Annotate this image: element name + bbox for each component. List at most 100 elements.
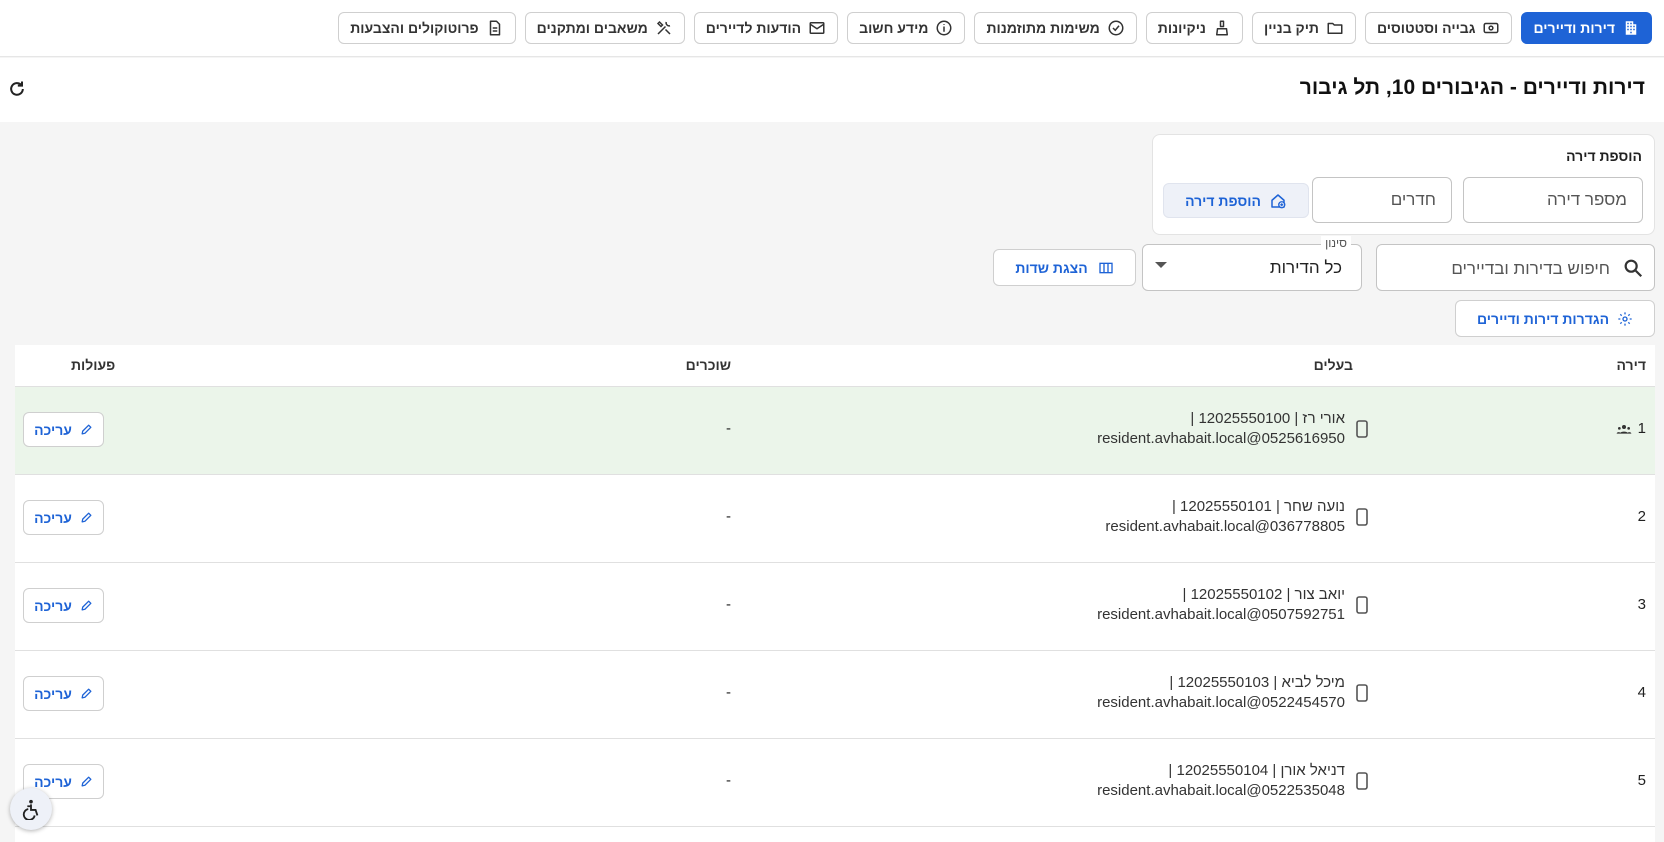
rooms-field[interactable] [1312, 177, 1452, 223]
apartment-number: 3 [1637, 596, 1646, 613]
table-row[interactable]: 3 יואב צור | 12025550102 | resident.avha… [15, 563, 1655, 651]
apartment-cell: 1 [1616, 420, 1646, 437]
nav-scheduled-tasks[interactable]: משימות מתוזמנות [974, 12, 1137, 44]
pencil-icon [81, 600, 92, 611]
add-apartment-button-label: הוספת דירה [1185, 192, 1261, 209]
tenants-cell: - [726, 596, 731, 613]
document-icon [489, 20, 500, 36]
owner-cell: דניאל אורן | 12025550104 | resident.avha… [1097, 761, 1368, 801]
apartment-cell: 3 [1638, 596, 1646, 613]
pencil-icon [81, 688, 92, 699]
settings-button[interactable]: הגדרות דירות ודיירים [1455, 300, 1655, 337]
edit-button[interactable]: עריכה [23, 588, 104, 623]
header-owners: בעלים [1313, 357, 1353, 373]
table-row[interactable]: 5 דניאל אורן | 12025550104 | resident.av… [15, 739, 1655, 827]
edit-label: עריכה [34, 509, 72, 526]
nav-label: ניקיונות [1157, 20, 1206, 36]
tenants-cell: - [726, 508, 731, 525]
settings-label: הגדרות דירות ודיירים [1476, 310, 1610, 327]
edit-label: עריכה [34, 685, 72, 702]
owner-email: resident.avhabait.local@036778805 [1105, 518, 1345, 535]
gear-icon [1618, 311, 1632, 326]
nav-label: תיק בניין [1263, 20, 1319, 36]
owner-email: resident.avhabait.local@0522535048 [1097, 782, 1345, 799]
folder-icon [1327, 22, 1343, 34]
owner-cell: אורי רז | 12025550100 | resident.avhabai… [1097, 409, 1368, 449]
refresh-icon [10, 81, 24, 96]
nav-collection-statuses[interactable]: גבייה וסטטוסים [1364, 12, 1513, 44]
tenants-cell: - [726, 772, 731, 789]
broom-icon [1215, 20, 1228, 36]
filter-label: סינון [1321, 236, 1351, 250]
phone-icon [1356, 772, 1368, 790]
apartment-cell: 5 [1638, 772, 1646, 789]
apartment-number-field[interactable] [1463, 177, 1643, 223]
apartment-cell: 2 [1638, 508, 1646, 525]
apartment-number: 4 [1637, 684, 1646, 701]
top-navigation: דירות ודיירים גבייה וסטטוסים תיק בניין נ… [0, 0, 1664, 57]
owner-details: יואב צור | 12025550102 | [1182, 586, 1345, 603]
search-box [1376, 244, 1655, 292]
building-icon [1625, 21, 1637, 35]
owner-cell: נועה שחר | 12025550101 | resident.avhaba… [1105, 497, 1368, 537]
table-row[interactable]: 2 נועה שחר | 12025550101 | resident.avha… [15, 475, 1655, 563]
nav-resident-messages[interactable]: הודעות לדיירים [693, 12, 839, 44]
edit-label: עריכה [34, 597, 72, 614]
edit-button[interactable]: עריכה [23, 500, 104, 535]
add-apartment-title: הוספת דירה [1566, 148, 1642, 164]
nav-label: משאבים ומתקנים [536, 20, 648, 36]
nav-resources-facilities[interactable]: משאבים ומתקנים [524, 12, 685, 44]
nav-building-file[interactable]: תיק בניין [1251, 12, 1356, 44]
accessibility-icon [22, 799, 39, 820]
nav-label: הודעות לדיירים [705, 20, 802, 36]
nav-important-info[interactable]: מידע חשוב [847, 12, 966, 44]
apartments-table: דירה בעלים שוכרים פעולות 1 אורי רז | 120… [15, 345, 1655, 842]
show-fields-label: הצגת שדות [1015, 259, 1088, 276]
header-apartment: דירה [1616, 357, 1646, 373]
apartment-number: 2 [1637, 508, 1646, 525]
owner-details: מיכל לביא | 12025550103 | [1169, 674, 1345, 691]
phone-icon [1356, 420, 1368, 438]
nav-apartments-residents[interactable]: דירות ודיירים [1521, 12, 1652, 44]
search-icon [1624, 259, 1643, 278]
group-icon [1616, 424, 1631, 434]
apartment-cell: 4 [1638, 684, 1646, 701]
page-title: דירות ודיירים - הגיבורים 10, תל גיבור [1299, 76, 1645, 99]
add-home-icon [1271, 193, 1286, 208]
search-input[interactable] [1388, 245, 1612, 292]
nav-label: משימות מתוזמנות [986, 20, 1100, 36]
table-row[interactable]: 1 אורי רז | 12025550100 | resident.avhab… [15, 387, 1655, 475]
accessibility-button[interactable] [10, 788, 52, 830]
edit-label: עריכה [34, 773, 72, 790]
tenants-cell: - [726, 684, 731, 701]
add-apartment-card: הוספת דירה הוספת דירה [1152, 134, 1655, 235]
phone-icon [1356, 508, 1368, 526]
nav-protocols-votes[interactable]: פרוטוקולים והצבעות [338, 12, 516, 44]
filter-select[interactable]: סינון כל הדירות [1142, 236, 1362, 291]
phone-icon [1356, 684, 1368, 702]
apartment-number: 1 [1637, 420, 1646, 437]
apartment-number: 5 [1637, 772, 1646, 789]
info-icon [936, 20, 952, 36]
owner-email: resident.avhabait.local@0525616950 [1097, 430, 1345, 447]
refresh-button[interactable] [6, 78, 28, 100]
dropdown-arrow-icon [1155, 262, 1167, 268]
owner-cell: יואב צור | 12025550102 | resident.avhaba… [1097, 585, 1368, 625]
show-fields-button[interactable]: הצגת שדות [993, 249, 1136, 286]
nav-label: גבייה וסטטוסים [1376, 20, 1476, 36]
check-circle-icon [1108, 20, 1124, 36]
edit-button[interactable]: עריכה [23, 676, 104, 711]
add-apartment-button[interactable]: הוספת דירה [1163, 183, 1309, 218]
header-actions: פעולות [71, 357, 116, 373]
columns-icon [1099, 262, 1113, 273]
tools-icon [656, 20, 671, 35]
edit-button[interactable]: עריכה [23, 412, 104, 447]
table-row[interactable]: 4 מיכל לביא | 12025550103 | resident.avh… [15, 651, 1655, 739]
owner-details: דניאל אורן | 12025550104 | [1168, 762, 1345, 779]
nav-label: פרוטוקולים והצבעות [350, 20, 479, 36]
nav-label: דירות ודיירים [1533, 20, 1615, 36]
owner-details: נועה שחר | 12025550101 | [1171, 498, 1345, 515]
nav-cleaning[interactable]: ניקיונות [1145, 12, 1243, 44]
owner-email: resident.avhabait.local@0507592751 [1097, 606, 1345, 623]
phone-icon [1356, 596, 1368, 614]
